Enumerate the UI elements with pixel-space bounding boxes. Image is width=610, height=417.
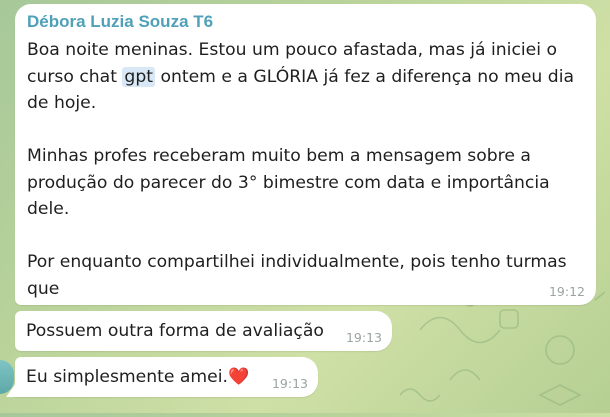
message-paragraph: Minhas profes receberam muito bem a mens… [27,146,550,219]
message-paragraph: Boa noite meninas. Estou um pouco afasta… [27,37,582,117]
message-time: 19:13 [271,376,308,391]
message-text: Eu simplesmente amei. [26,367,228,387]
message-bubble[interactable]: Eu simplesmente amei.❤️ 19:13 [15,357,318,397]
sender-name[interactable]: Débora Luzia Souza T6 [27,11,582,33]
message-time: 19:12 [548,284,585,299]
message-paragraph: Por enquanto compartilhei individualment… [27,252,567,299]
message-bubble[interactable]: Possuem outra forma de avaliação 19:13 [15,311,392,351]
message-text: Possuem outra forma de avaliação [26,321,324,341]
heart-icon: ❤️ [227,367,250,387]
message-text: Boa noite meninas. Estou um pouco afasta… [27,37,582,302]
search-highlight: gpt [122,66,155,87]
message-bubble[interactable]: Débora Luzia Souza T6 Boa noite meninas.… [15,4,596,305]
message-time: 19:13 [345,330,382,345]
